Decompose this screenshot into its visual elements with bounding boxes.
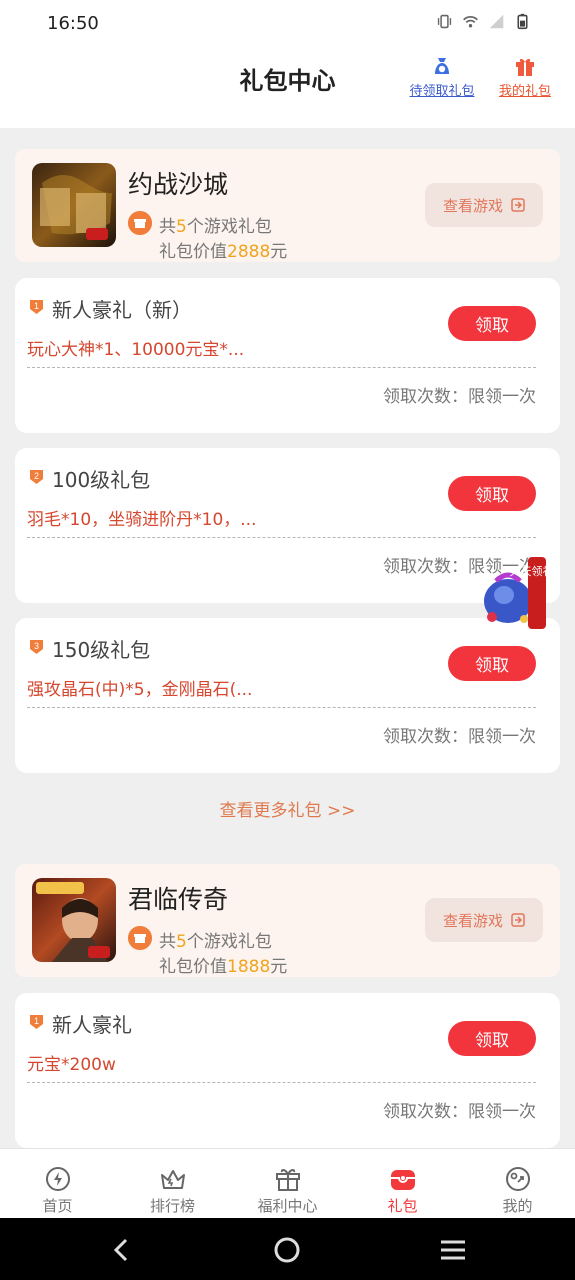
- my-gifts-label: 我的礼包: [498, 84, 551, 99]
- bottom-tab-bar: 首页 排行榜 福利中心 礼包 我的: [0, 1148, 575, 1218]
- gift-bag-icon: [390, 1170, 415, 1190]
- gift-list: 约战沙城 共5个游戏礼包 礼包价值2888元 查看游戏 1 新人豪礼（新） 玩心…: [0, 128, 575, 1148]
- svg-text:3: 3: [34, 641, 39, 651]
- gift-count: 共5个游戏礼包: [159, 932, 272, 952]
- tab-label: 福利中心: [257, 1197, 318, 1215]
- svg-text:1: 1: [34, 301, 39, 311]
- gift-description: 元宝*200w: [27, 1055, 116, 1075]
- divider: [27, 707, 536, 708]
- gift-description: 羽毛*10，坐骑进阶丹*10，...: [27, 510, 257, 530]
- game-name: 约战沙城: [128, 170, 229, 199]
- pending-gifts-label: 待领取礼包: [409, 84, 475, 99]
- system-nav-bar: [0, 1218, 575, 1280]
- tab-ranking[interactable]: 排行榜: [115, 1149, 230, 1219]
- rank-badge-icon: 1: [30, 1015, 43, 1029]
- divider: [27, 537, 536, 538]
- view-game-button[interactable]: 查看游戏: [425, 183, 543, 227]
- gift-description: 强攻晶石(中)*5，金刚晶石(...: [27, 680, 253, 700]
- game-thumbnail[interactable]: [32, 163, 116, 247]
- enter-icon: [511, 198, 525, 212]
- svg-text:天天领礼包: 天天领礼包: [510, 564, 551, 578]
- game-card: 君临传奇 共5个游戏礼包 礼包价值1888元 查看游戏: [15, 864, 560, 977]
- claim-limit: 领取次数：限领一次: [383, 387, 536, 407]
- tab-gifts[interactable]: 礼包: [345, 1149, 460, 1219]
- claim-button[interactable]: 领取: [448, 476, 536, 511]
- view-more-gifts-link[interactable]: 查看更多礼包 >>: [0, 796, 575, 821]
- svg-text:2: 2: [34, 471, 39, 481]
- tab-label: 礼包: [387, 1197, 418, 1215]
- gift-name: 100级礼包: [52, 468, 151, 492]
- gift-name: 新人豪礼: [52, 1013, 132, 1037]
- claim-limit: 领取次数：限领一次: [383, 1102, 536, 1122]
- page-header: 礼包中心 待领取礼包 我的礼包: [0, 48, 575, 128]
- status-bar: 16:50: [0, 0, 575, 48]
- claim-button[interactable]: 领取: [448, 1021, 536, 1056]
- claim-limit: 领取次数：限领一次: [383, 727, 536, 747]
- status-time: 16:50: [47, 13, 99, 34]
- divider: [27, 367, 536, 368]
- gift-name: 新人豪礼（新）: [52, 298, 192, 322]
- tab-profile[interactable]: 我的: [460, 1149, 575, 1219]
- gift-icon: [516, 58, 534, 76]
- home-circle-icon[interactable]: [272, 1235, 302, 1265]
- status-icons: [436, 13, 531, 30]
- gift-count: 共5个游戏礼包: [159, 217, 272, 237]
- enter-icon: [511, 913, 525, 927]
- tab-home[interactable]: 首页: [0, 1149, 115, 1219]
- view-game-label: 查看游戏: [442, 196, 503, 215]
- menu-icon[interactable]: [438, 1235, 468, 1265]
- wifi-icon: [463, 16, 478, 28]
- gift-count-icon: [128, 926, 152, 950]
- gift-box-icon: [275, 1168, 300, 1191]
- tab-label: 我的: [502, 1197, 533, 1215]
- crown-icon: [160, 1170, 185, 1189]
- gift-item: 1 新人豪礼（新） 玩心大神*1、10000元宝*... 领取 领取次数：限领一…: [15, 278, 560, 433]
- claim-button[interactable]: 领取: [448, 646, 536, 681]
- pending-gifts-link[interactable]: 待领取礼包: [402, 54, 482, 99]
- claim-button[interactable]: 领取: [448, 306, 536, 341]
- game-logo-image: [32, 163, 116, 247]
- game-card: 约战沙城 共5个游戏礼包 礼包价值2888元 查看游戏: [15, 149, 560, 262]
- tab-label: 排行榜: [149, 1197, 195, 1215]
- gift-value: 礼包价值2888元: [159, 242, 288, 262]
- battery-icon: [517, 13, 528, 30]
- tab-welfare[interactable]: 福利中心: [230, 1149, 345, 1219]
- game-logo-image: [32, 878, 116, 962]
- game-name: 君临传奇: [128, 885, 229, 914]
- signal-icon: [489, 14, 504, 29]
- tab-label: 首页: [42, 1197, 73, 1215]
- rank-badge-icon: 2: [30, 470, 43, 484]
- home-icon: [45, 1167, 70, 1191]
- money-bag-icon: [435, 58, 449, 74]
- gift-value: 礼包价值1888元: [159, 957, 288, 977]
- rank-badge-icon: 1: [30, 300, 43, 314]
- gift-description: 玩心大神*1、10000元宝*...: [27, 340, 245, 360]
- my-gifts-link[interactable]: 我的礼包: [485, 54, 565, 99]
- gift-name: 150级礼包: [52, 638, 151, 662]
- divider: [27, 1082, 536, 1083]
- view-game-label: 查看游戏: [442, 911, 503, 930]
- back-icon[interactable]: [107, 1235, 137, 1265]
- gift-item: 3 150级礼包 强攻晶石(中)*5，金刚晶石(... 领取 领取次数：限领一次: [15, 618, 560, 773]
- profile-icon: [505, 1167, 530, 1191]
- view-game-button[interactable]: 查看游戏: [425, 898, 543, 942]
- gift-item: 1 新人豪礼 元宝*200w 领取 领取次数：限领一次: [15, 993, 560, 1148]
- rank-badge-icon: 3: [30, 640, 43, 654]
- daily-gift-floating-button[interactable]: 天天领礼包: [478, 555, 565, 631]
- gift-bag-floating-icon: 天天领礼包: [484, 557, 565, 629]
- svg-text:1: 1: [34, 1016, 39, 1026]
- game-thumbnail[interactable]: [32, 878, 116, 962]
- gift-count-icon: [128, 211, 152, 235]
- vibrate-icon: [437, 14, 452, 29]
